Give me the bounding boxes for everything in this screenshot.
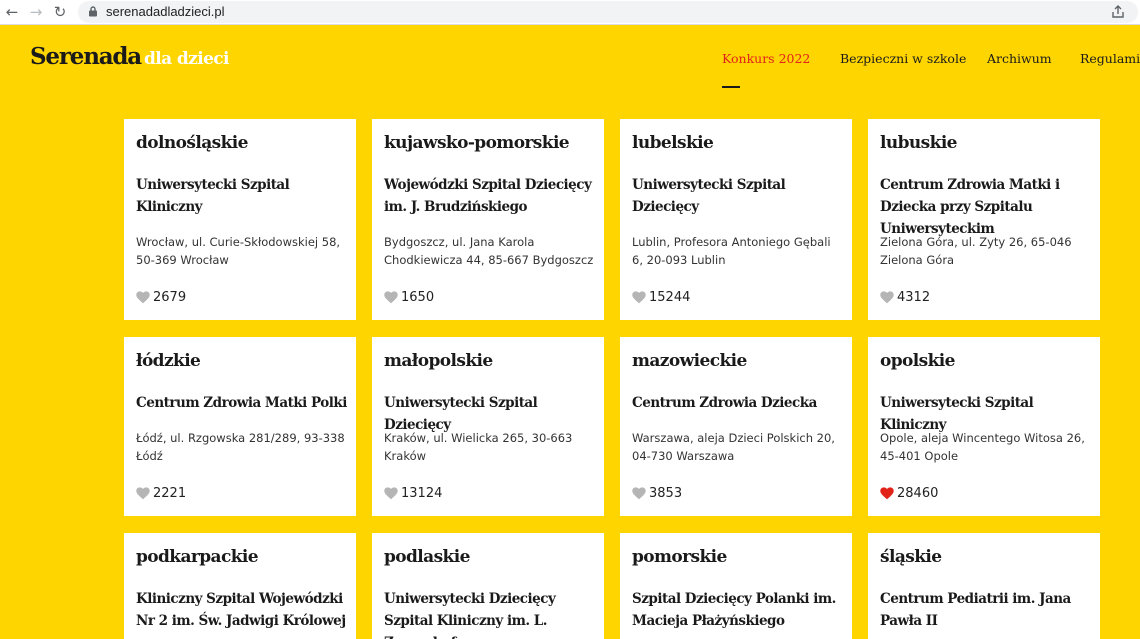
likes-count: 28460 <box>897 485 939 501</box>
heart-icon <box>880 290 894 303</box>
heart-icon <box>632 486 646 499</box>
share-icon[interactable] <box>1110 4 1126 20</box>
reload-icon[interactable]: ↻ <box>50 2 70 22</box>
card-region: pomorskie <box>632 547 727 567</box>
card-region: kujawsko-pomorskie <box>384 133 570 153</box>
card-address: Warszawa, aleja Dzieci Polskich 20, 04-7… <box>632 431 835 463</box>
card-like-button[interactable]: 3853 <box>632 485 682 501</box>
likes-count: 2679 <box>153 289 187 305</box>
browser-toolbar: ← → ↻ serenadadladzieci.pl <box>0 0 1140 25</box>
hospital-card[interactable]: lubelskie Uniwersytecki Szpital Dziecięc… <box>620 119 852 320</box>
card-region: lubelskie <box>632 133 714 153</box>
heart-icon <box>632 290 646 303</box>
card-region: podkarpackie <box>136 547 259 567</box>
hospital-card[interactable]: kujawsko-pomorskie Wojewódzki Szpital Dz… <box>372 119 604 320</box>
card-address: Kraków, ul. Wielicka 265, 30-663 Kraków <box>384 431 573 463</box>
heart-icon <box>384 486 398 499</box>
hospital-card[interactable]: podkarpackie Kliniczny Szpital Wojewódzk… <box>124 533 356 639</box>
lock-icon <box>89 6 97 17</box>
heart-icon <box>880 486 894 499</box>
address-bar[interactable]: serenadadladzieci.pl <box>78 1 1138 23</box>
card-address: Opole, aleja Wincentego Witosa 26, 45-40… <box>880 431 1085 463</box>
card-address: Bydgoszcz, ul. Jana Karola Chodkiewicza … <box>384 235 594 267</box>
url-text: serenadadladzieci.pl <box>106 4 225 19</box>
likes-count: 3853 <box>649 485 683 501</box>
card-hospital-name: Centrum Zdrowia Dziecka <box>632 395 817 411</box>
card-hospital-name: Uniwersytecki Dziecięcy Szpital Kliniczn… <box>384 591 556 639</box>
card-region: mazowieckie <box>632 351 747 371</box>
card-hospital-name: Kliniczny Szpital Wojewódzki Nr 2 im. Św… <box>136 591 346 629</box>
heart-icon <box>384 290 398 303</box>
hospital-card[interactable]: pomorskie Szpital Dziecięcy Polanki im. … <box>620 533 852 639</box>
card-like-button[interactable]: 2679 <box>136 289 186 305</box>
card-like-button[interactable]: 1650 <box>384 289 434 305</box>
active-menu-indicator <box>722 86 740 88</box>
menu-item-bezpieczni[interactable]: Bezpieczni w szkole <box>840 51 966 66</box>
menu-item-archiwum[interactable]: Archiwum <box>987 51 1052 66</box>
card-address: Łódź, ul. Rzgowska 281/289, 93-338 Łódź <box>136 431 345 463</box>
card-region: opolskie <box>880 351 955 371</box>
card-address: Zielona Góra, ul. Zyty 26, 65-046 Zielon… <box>880 235 1072 267</box>
hospital-card[interactable]: mazowieckie Centrum Zdrowia Dziecka Wars… <box>620 337 852 516</box>
hospital-card[interactable]: opolskie Uniwersytecki Szpital Kliniczny… <box>868 337 1100 516</box>
likes-count: 15244 <box>649 289 691 305</box>
card-region: śląskie <box>880 547 942 567</box>
card-region: łódzkie <box>136 351 201 371</box>
card-region: podlaskie <box>384 547 470 567</box>
card-like-button[interactable]: 13124 <box>384 485 442 501</box>
likes-count: 13124 <box>401 485 443 501</box>
card-hospital-name: Wojewódzki Szpital Dziecięcy im. J. Brud… <box>384 177 592 215</box>
hospital-card[interactable]: lubuskie Centrum Zdrowia Matki i Dziecka… <box>868 119 1100 320</box>
card-hospital-name: Szpital Dziecięcy Polanki im. Macieja Pł… <box>632 591 836 629</box>
hospital-card[interactable]: małopolskie Uniwersytecki Szpital Dzieci… <box>372 337 604 516</box>
hospital-card[interactable]: dolnośląskie Uniwersytecki Szpital Klini… <box>124 119 356 320</box>
heart-icon <box>136 486 150 499</box>
card-hospital-name: Centrum Pediatrii im. Jana Pawła II <box>880 591 1071 629</box>
arrow-right-icon[interactable]: → <box>26 2 46 22</box>
menu-item-konkurs[interactable]: Konkurs 2022 <box>722 51 810 66</box>
hospital-card[interactable]: śląskie Centrum Pediatrii im. Jana Pawła… <box>868 533 1100 639</box>
card-region: małopolskie <box>384 351 493 371</box>
card-region: lubuskie <box>880 133 957 153</box>
likes-count: 4312 <box>897 289 931 305</box>
card-address: Lublin, Profesora Antoniego Gębali 6, 20… <box>632 235 831 267</box>
likes-count: 1650 <box>401 289 435 305</box>
card-hospital-name: Uniwersytecki Szpital Dziecięcy <box>632 177 786 215</box>
card-address: Wrocław, ul. Curie-Skłodowskiej 58, 50-3… <box>136 235 341 267</box>
card-like-button[interactable]: 4312 <box>880 289 930 305</box>
card-like-button[interactable]: 2221 <box>136 485 186 501</box>
heart-icon <box>136 290 150 303</box>
arrow-left-icon[interactable]: ← <box>2 2 22 22</box>
menu-item-regulamin[interactable]: Regulamin <box>1080 51 1140 66</box>
site-header: Serenada dla dzieci Konkurs 2022 Bezpiecz… <box>0 25 1140 89</box>
hospital-card[interactable]: podlaskie Uniwersytecki Dziecięcy Szpita… <box>372 533 604 639</box>
card-hospital-name: Uniwersytecki Szpital Kliniczny <box>136 177 290 215</box>
card-hospital-name: Centrum Zdrowia Matki i Dziecka przy Szp… <box>880 177 1060 237</box>
main-menu: Konkurs 2022 Bezpieczni w szkole Archiwu… <box>0 51 1140 71</box>
card-region: dolnośląskie <box>136 133 248 153</box>
card-hospital-name: Centrum Zdrowia Matki Polki <box>136 395 347 411</box>
card-like-button[interactable]: 28460 <box>880 485 938 501</box>
likes-count: 2221 <box>153 485 187 501</box>
card-like-button[interactable]: 15244 <box>632 289 690 305</box>
hospital-card[interactable]: łódzkie Centrum Zdrowia Matki Polki Łódź… <box>124 337 356 516</box>
